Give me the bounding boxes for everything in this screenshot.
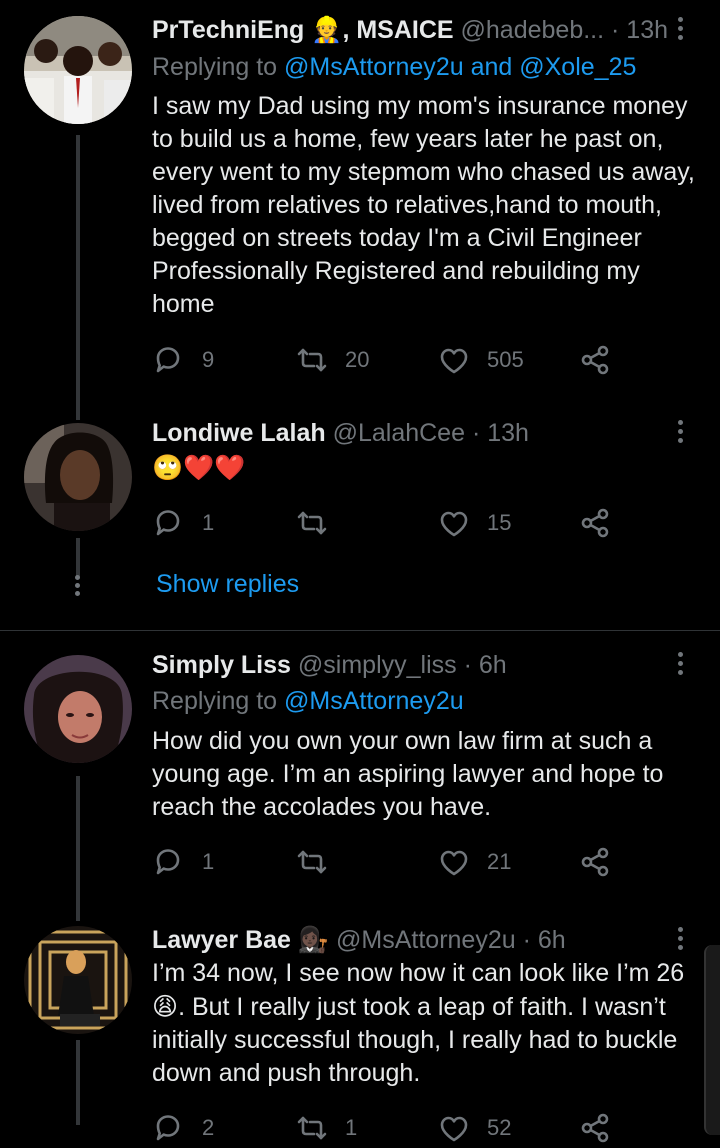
tweet-header: PrTechniEng 👷, MSAICE @hadebeb... · 13h — [152, 13, 680, 47]
reply-icon — [156, 1115, 180, 1141]
like-button[interactable]: 52 — [437, 1108, 511, 1148]
tweet-1[interactable]: PrTechniEng 👷, MSAICE @hadebeb... · 13h … — [0, 0, 720, 420]
share-button[interactable] — [578, 1108, 612, 1148]
avatar[interactable] — [24, 423, 132, 531]
show-replies-link[interactable]: Show replies — [156, 570, 299, 599]
like-count: 52 — [487, 1115, 512, 1140]
tweet-header: Londiwe Lalah @LalahCee · 13h — [152, 416, 680, 450]
share-icon — [581, 1113, 609, 1143]
user-handle[interactable]: @LalahCee — [333, 419, 465, 447]
thread-line — [76, 1040, 80, 1125]
reply-count: 2 — [202, 1115, 215, 1140]
reply-count: 1 — [202, 510, 215, 535]
name-emoji: 👩🏿‍⚖️ — [297, 925, 330, 954]
retweet-icon — [297, 348, 327, 372]
reply-count: 1 — [202, 849, 215, 874]
reply-button[interactable]: 1 — [152, 503, 214, 543]
avatar[interactable] — [24, 655, 132, 763]
heart-icon — [440, 348, 468, 374]
like-button[interactable]: 21 — [437, 842, 511, 882]
tweet-text: I saw my Dad using my mom's insurance mo… — [152, 92, 695, 318]
user-handle[interactable]: @simplyy_liss — [298, 651, 457, 679]
retweet-count: 20 — [345, 347, 370, 372]
tweet-text: I’m 34 now, I see now how it can look li… — [152, 957, 700, 1090]
thread-line — [76, 776, 80, 921]
tweet-actions: 2 1 52 — [152, 1108, 622, 1148]
reply-button[interactable]: 1 — [152, 842, 214, 882]
replying-to-label: Replying to — [152, 53, 278, 81]
retweet-button[interactable]: 1 — [295, 1108, 357, 1148]
tweet-text: 🙄❤️❤️ — [152, 453, 246, 482]
retweet-button[interactable] — [295, 842, 345, 882]
timestamp[interactable]: · 6h — [523, 926, 566, 954]
reply-button[interactable]: 2 — [152, 1108, 214, 1148]
reply-mentions[interactable]: @MsAttorney2u — [284, 687, 464, 715]
like-button[interactable]: 505 — [437, 340, 524, 380]
reply-icon — [156, 849, 180, 875]
display-name[interactable]: PrTechniEng — [152, 16, 304, 44]
heart-icon — [440, 1116, 468, 1142]
timestamp[interactable]: · 6h — [464, 651, 507, 679]
reply-button[interactable]: 9 — [152, 340, 214, 380]
tweet-header: Simply Liss @simplyy_liss · 6h — [152, 648, 680, 682]
replying-to: Replying to @MsAttorney2u — [152, 684, 464, 718]
avatar[interactable] — [24, 926, 132, 1034]
tweet-header: Lawyer Bae 👩🏿‍⚖️ @MsAttorney2u · 6h — [152, 923, 680, 957]
more-icon[interactable] — [670, 648, 690, 682]
thread-line — [76, 135, 80, 420]
like-count: 15 — [487, 510, 512, 535]
tweet-actions: 1 21 — [152, 842, 622, 882]
like-button[interactable]: 15 — [437, 503, 511, 543]
replying-to: Replying to @MsAttorney2u and @Xole_25 — [152, 50, 636, 84]
display-name[interactable]: Lawyer Bae — [152, 926, 291, 954]
reply-mentions[interactable]: @MsAttorney2u and @Xole_25 — [284, 53, 636, 81]
tweet-actions: 1 15 — [152, 503, 622, 543]
reply-count: 9 — [202, 347, 215, 372]
tweet-3[interactable]: Simply Liss @simplyy_liss · 6h Replying … — [0, 631, 720, 921]
retweet-icon — [297, 511, 327, 535]
reply-icon — [156, 510, 180, 536]
timestamp[interactable]: · 13h — [472, 419, 529, 447]
replying-to-label: Replying to — [152, 687, 278, 715]
reply-icon — [156, 347, 180, 373]
share-icon — [581, 847, 609, 877]
retweet-icon — [297, 850, 327, 874]
heart-icon — [440, 850, 468, 876]
tweet-text-part: I’m 34 now, I see now how it can look li… — [152, 959, 685, 987]
tweet-text: How did you own your own law firm at suc… — [152, 727, 664, 821]
display-name-suffix[interactable]: , MSAICE — [342, 16, 453, 44]
retweet-button[interactable]: 20 — [295, 340, 369, 380]
user-handle[interactable]: @MsAttorney2u — [336, 926, 516, 954]
thread-dots — [75, 572, 80, 599]
timestamp[interactable]: · 13h — [611, 16, 668, 44]
share-button[interactable] — [578, 842, 612, 882]
name-emoji: 👷 — [311, 15, 343, 44]
tweet-actions: 9 20 505 — [152, 340, 622, 380]
like-count: 505 — [487, 347, 524, 372]
retweet-icon — [297, 1116, 327, 1140]
more-icon[interactable] — [670, 13, 690, 47]
avatar[interactable] — [24, 16, 132, 124]
share-icon — [581, 345, 609, 375]
scrollbar[interactable] — [704, 945, 720, 1135]
weary-face-emoji: 😩 — [152, 992, 179, 1021]
tweet-text-part: . But I really just took a leap of faith… — [152, 993, 678, 1087]
heart-icon — [440, 511, 468, 537]
like-count: 21 — [487, 849, 512, 874]
tweet-4[interactable]: Lawyer Bae 👩🏿‍⚖️ @MsAttorney2u · 6h I’m … — [0, 915, 720, 1143]
more-icon[interactable] — [670, 923, 690, 957]
display-name[interactable]: Simply Liss — [152, 651, 291, 679]
user-handle[interactable]: @hadebeb... — [461, 16, 605, 44]
retweet-button[interactable] — [295, 503, 345, 543]
share-button[interactable] — [578, 503, 612, 543]
retweet-count: 1 — [345, 1115, 358, 1140]
more-icon[interactable] — [670, 416, 690, 450]
share-button[interactable] — [578, 340, 612, 380]
display-name[interactable]: Londiwe Lalah — [152, 419, 326, 447]
share-icon — [581, 508, 609, 538]
tweet-2[interactable]: Londiwe Lalah @LalahCee · 13h 🙄❤️❤️ 1 15… — [0, 410, 720, 625]
